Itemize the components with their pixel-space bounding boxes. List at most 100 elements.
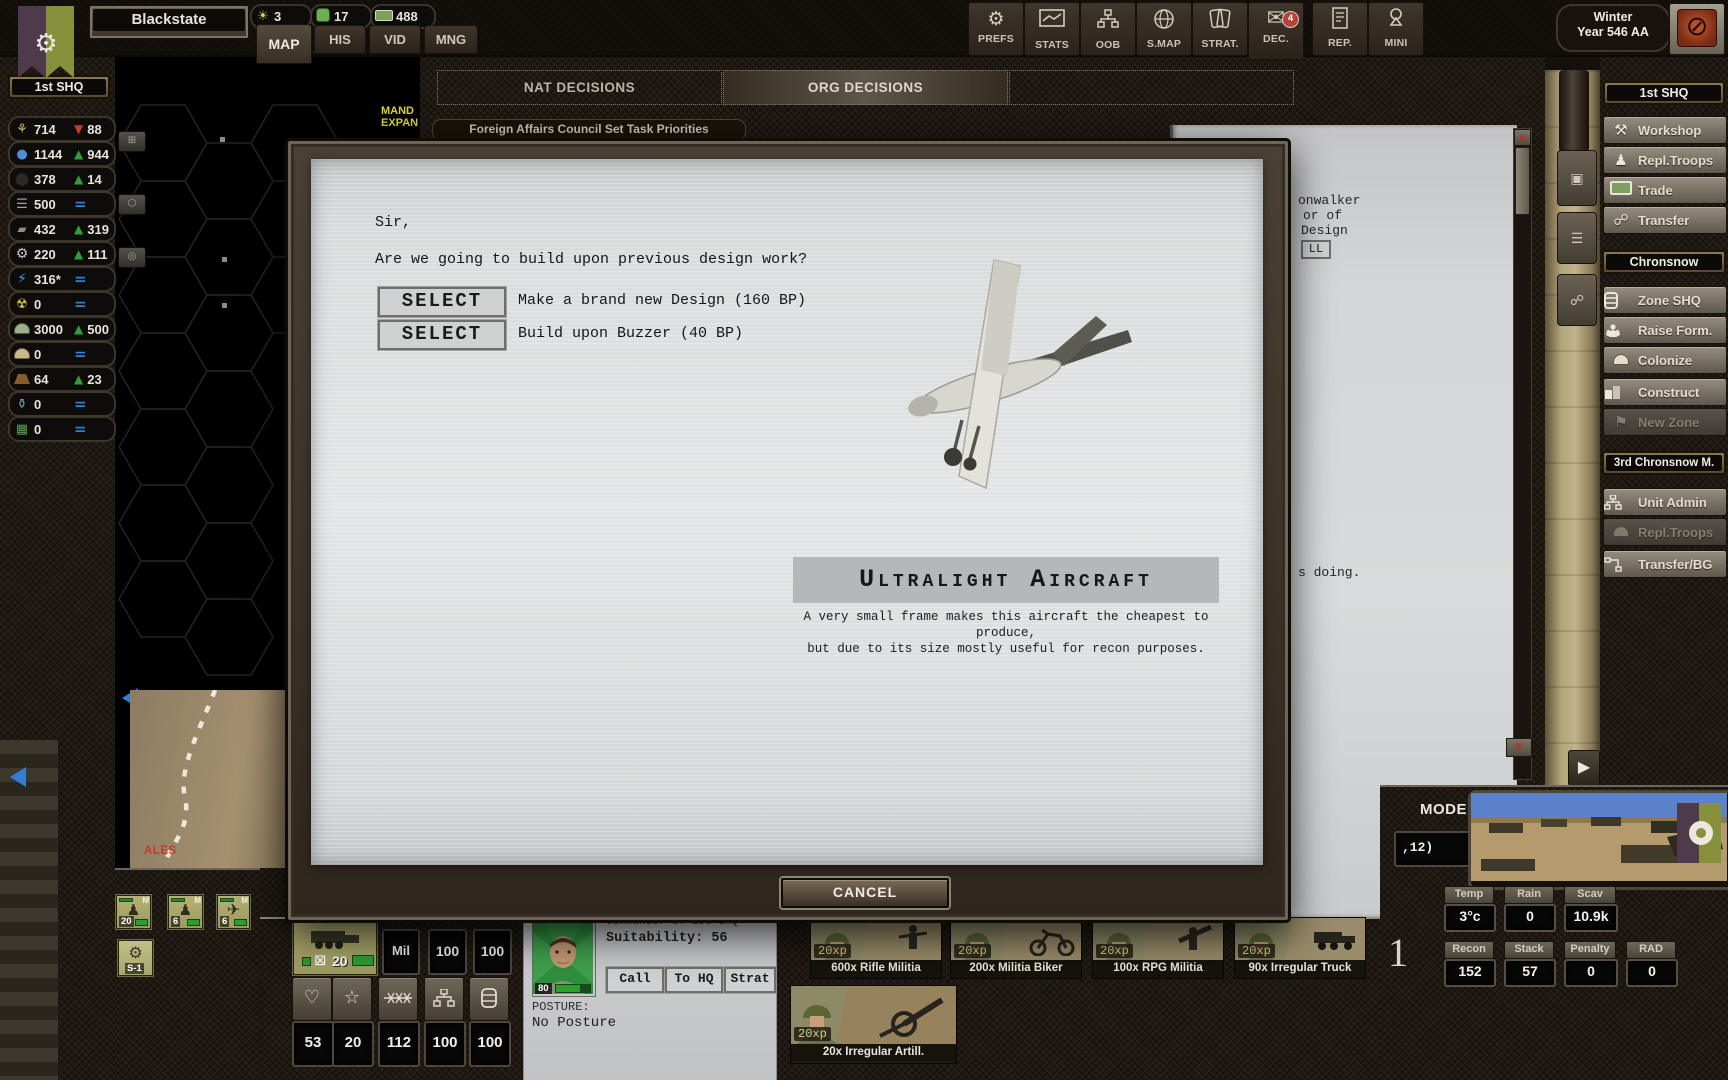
- to-hq-button[interactable]: To HQ: [665, 967, 723, 993]
- org-chart-icon: [1081, 9, 1135, 39]
- tab-map[interactable]: MAP: [256, 24, 312, 64]
- selected-unit-counter[interactable]: ⊠ 20: [293, 920, 377, 975]
- resource-pill-rare-metals[interactable]: ▰ 432 ▲ 319: [8, 216, 116, 242]
- document-scrollbar[interactable]: ▲: [1513, 128, 1532, 780]
- sidebar-button-transfer-bg[interactable]: Transfer/BG: [1603, 550, 1727, 578]
- dialog-question: Are we going to build upon previous desi…: [375, 251, 807, 268]
- sidebar-button-construct[interactable]: Construct: [1603, 378, 1727, 406]
- play-forward-button[interactable]: ▶: [1568, 750, 1600, 786]
- experience-icon: ☆: [332, 977, 372, 1021]
- tab-his[interactable]: HIS: [314, 25, 366, 54]
- sidebar-button-repl-troops-unit[interactable]: Repl.Troops: [1603, 518, 1727, 546]
- unit-header-plate: 3rd Chronsnow M.: [1602, 451, 1726, 475]
- cards-icon: [1193, 8, 1247, 38]
- stats-button[interactable]: STATS: [1024, 2, 1080, 56]
- sidebar-button-repl-troops[interactable]: ♟ Repl.Troops: [1603, 146, 1727, 174]
- select-option-2-button[interactable]: SELECT: [378, 320, 506, 350]
- side-tab-structures[interactable]: ▣: [1557, 150, 1597, 206]
- prefs-button[interactable]: ⚙ PREFS: [968, 2, 1024, 56]
- document-text-fragment: Design: [1301, 223, 1348, 238]
- scav-value: 10.9k: [1564, 904, 1618, 932]
- option-1-description: Make a brand new Design (160 BP): [518, 292, 806, 309]
- commander-portrait[interactable]: 80: [532, 921, 596, 997]
- resource-pill-radioactives[interactable]: ☢ 0 =: [8, 291, 116, 317]
- oob-button[interactable]: OOB: [1080, 2, 1136, 56]
- supply-value: 100: [469, 1021, 511, 1067]
- food-icon: ⚘: [10, 122, 34, 137]
- unit-strength: 20: [332, 953, 348, 969]
- sidebar-button-new-zone[interactable]: ⚑ New Zone: [1603, 408, 1727, 436]
- unit-card-irregular-truck[interactable]: 20xp 90x Irregular Truck: [1234, 917, 1366, 979]
- turn-year: Year 546 AA: [1558, 25, 1668, 40]
- unit-counter-hq[interactable]: ⚙ S-1: [118, 940, 153, 976]
- tab-mng[interactable]: MNG: [424, 25, 478, 54]
- map-tool-button-1[interactable]: ⊞: [118, 131, 146, 152]
- rain-value: 0: [1504, 904, 1556, 932]
- turn-season: Winter: [1558, 10, 1668, 25]
- banknote-icon: [1604, 181, 1638, 199]
- resource-pill-water[interactable]: ● 1144 ▲ 944: [8, 141, 116, 167]
- sidebar-button-trade[interactable]: Trade: [1603, 176, 1727, 204]
- tab-nat-decisions[interactable]: NAT DECISIONS: [437, 70, 722, 105]
- tab-org-decisions[interactable]: ORG DECISIONS: [723, 70, 1008, 105]
- reports-button[interactable]: REP.: [1312, 2, 1368, 56]
- unit-card-rifle-militia[interactable]: 20xp 600x Rifle Militia: [810, 917, 942, 979]
- unit-card-irregular-artillery[interactable]: 20xp 20x Irregular Artill.: [790, 985, 957, 1064]
- sidebar-button-raise-formation[interactable]: Raise Form.: [1603, 316, 1727, 344]
- sidebar-button-workshop[interactable]: ⚒ Workshop: [1603, 116, 1727, 144]
- xp-badge: 20xp: [1238, 944, 1275, 958]
- unit-counter-infantry-6[interactable]: M ♟ 6: [168, 895, 203, 929]
- call-button[interactable]: Call: [606, 967, 664, 993]
- select-option-1-button[interactable]: SELECT: [378, 287, 506, 317]
- resource-pill-colonists[interactable]: 0 =: [8, 341, 116, 367]
- tab-empty[interactable]: [1009, 70, 1294, 105]
- end-turn-button[interactable]: ⊘: [1668, 2, 1726, 56]
- hex-icon: ⬡: [128, 198, 137, 209]
- resource-pill-food[interactable]: ⚘ 714 ▼ 88: [8, 116, 116, 142]
- resource-pill-fuel[interactable]: ▦ 0 =: [8, 416, 116, 442]
- machinery-decoration: [0, 740, 58, 1080]
- decisions-button[interactable]: ✉ DEC. 4: [1248, 2, 1304, 60]
- left-sidebar: 1st SHQ ⚘ 714 ▼ 88 ● 1144 ▲ 944 ● 378 ▲ …: [0, 55, 115, 1080]
- map-tool-button-2[interactable]: ⬡: [118, 194, 146, 215]
- side-tab-layers[interactable]: ☰: [1557, 212, 1597, 264]
- game-screen: ⊞ ⬡ ◎ MANDEXPAN ALES NAT DECISIONS ORG D…: [0, 0, 1728, 1080]
- resource-pill-oil[interactable]: ● 378 ▲ 14: [8, 166, 116, 192]
- unit-card-label: 100x RPG Militia: [1093, 960, 1223, 978]
- scroll-thumb[interactable]: [1515, 147, 1530, 215]
- sidebar-button-unit-admin[interactable]: Unit Admin: [1603, 488, 1727, 516]
- cancel-button[interactable]: CANCEL: [781, 878, 949, 908]
- resource-pill-energy[interactable]: ⚡ 316* =: [8, 266, 116, 292]
- scroll-left-arrow[interactable]: [10, 767, 26, 787]
- stack-page-number[interactable]: 1: [1388, 929, 1408, 976]
- resource-pill-artifacts[interactable]: ⚱ 0 =: [8, 391, 116, 417]
- faction-name: Blackstate: [93, 9, 245, 31]
- unit-counter-aircraft-6[interactable]: M ✈ 6: [217, 895, 250, 929]
- map-tool-button-3[interactable]: ◎: [118, 247, 146, 268]
- resource-pill-recruits[interactable]: 3000 ▲ 500: [8, 316, 116, 342]
- minimap-button[interactable]: MINI: [1368, 2, 1424, 56]
- rpg-soldier-silhouette: [1175, 923, 1215, 957]
- side-tab-links[interactable]: ☍: [1557, 274, 1597, 326]
- xp-badge: 20xp: [794, 1027, 831, 1041]
- map-marker: [220, 137, 225, 142]
- truck-icon: [307, 925, 363, 951]
- strat-button-card[interactable]: Strat: [724, 967, 776, 993]
- recon-value: 152: [1444, 959, 1496, 987]
- resource-pill-metal[interactable]: ☰ 500 =: [8, 191, 116, 217]
- hex-coordinates: ,12): [1394, 831, 1478, 867]
- unit-card-rpg-militia[interactable]: 20xp 100x RPG Militia: [1092, 917, 1224, 979]
- resource-pill-clay[interactable]: 64 ▲ 23: [8, 366, 116, 392]
- sidebar-button-zone-shq[interactable]: Zone SHQ: [1603, 286, 1727, 314]
- smap-button[interactable]: S.MAP: [1136, 2, 1192, 56]
- document-partial-button[interactable]: LL: [1301, 240, 1331, 259]
- resource-pill-machinery[interactable]: ⚙ 220 ▲ 111: [8, 241, 116, 267]
- sidebar-button-colonize[interactable]: Colonize: [1603, 346, 1727, 374]
- scroll-up-arrow[interactable]: ▲: [1514, 129, 1531, 146]
- tab-vid[interactable]: VID: [369, 25, 421, 54]
- sidebar-button-transfer[interactable]: ☍ Transfer: [1603, 206, 1727, 234]
- unit-card-militia-biker[interactable]: 20xp 200x Militia Biker: [950, 917, 1082, 979]
- unit-counter-infantry-20[interactable]: M ♟ 20: [116, 895, 151, 929]
- scroll-down-arrow[interactable]: ▼: [1506, 738, 1532, 757]
- strat-button[interactable]: STRAT.: [1192, 2, 1248, 56]
